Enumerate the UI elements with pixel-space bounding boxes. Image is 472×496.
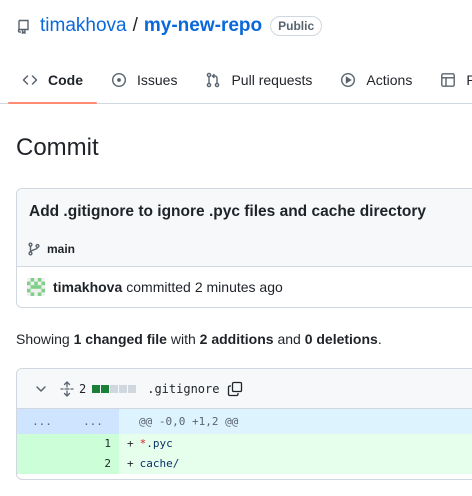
git-pull-request-icon (205, 72, 221, 88)
file-diff: 2 .gitignore ... ... @@ -0,0 +1,2 @@ 1 +… (16, 368, 472, 480)
table-icon (440, 72, 456, 88)
tab-projects[interactable]: Pr (426, 58, 472, 102)
unfold-icon[interactable] (59, 380, 75, 397)
repo-header: timakhova / my-new-repo Public Code Issu… (0, 0, 472, 104)
chevron-down-icon[interactable] (33, 381, 49, 397)
tab-projects-label: Pr (466, 72, 472, 88)
diff-line: 2 + cache/ (17, 454, 472, 474)
stat-block-neutral (110, 384, 119, 393)
tab-issues-label: Issues (137, 72, 178, 88)
visibility-badge: Public (270, 16, 323, 36)
tab-pull-requests-label: Pull requests (231, 72, 313, 88)
commit-message: Add .gitignore to ignore .pyc files and … (29, 203, 427, 220)
tab-actions[interactable]: Actions (326, 58, 426, 102)
commit-author-link[interactable]: timakhova (53, 279, 122, 295)
repo-icon (16, 18, 32, 34)
new-line-number[interactable]: 2 (67, 454, 119, 474)
diff-line: 1 + *.pyc (17, 434, 472, 454)
commit-author-row: timakhova committed 2 minutes ago (27, 278, 283, 296)
tab-code[interactable]: Code (8, 58, 97, 104)
old-line-number (17, 434, 67, 454)
file-diff-header: 2 .gitignore (17, 369, 472, 409)
avatar[interactable] (27, 278, 45, 296)
line-code: + cache/ (119, 454, 472, 474)
branch-label[interactable]: main (27, 242, 75, 256)
issue-opened-icon (111, 72, 127, 88)
tab-actions-label: Actions (366, 72, 413, 88)
stat-block-addition (101, 384, 110, 393)
commit-header: Add .gitignore to ignore .pyc files and … (17, 189, 472, 267)
tab-pull-requests[interactable]: Pull requests (191, 58, 326, 102)
page-title: Commit (16, 134, 99, 161)
old-line-number (17, 454, 67, 474)
line-text: cache/ (139, 457, 180, 470)
diff-summary: Showing 1 changed file with 2 additions … (16, 331, 382, 347)
file-name-link[interactable]: .gitignore (147, 382, 219, 396)
summary-and: and (277, 331, 301, 347)
summary-with: with (170, 331, 196, 347)
diff-line-count: 2 (79, 381, 87, 396)
repo-title: timakhova / my-new-repo Public (16, 12, 323, 40)
commit-time: 2 minutes ago (194, 279, 283, 295)
copy-icon[interactable] (227, 381, 243, 397)
summary-suffix: . (377, 331, 382, 347)
stat-block-neutral (128, 384, 137, 393)
commit-box: Add .gitignore to ignore .pyc files and … (16, 188, 472, 308)
repo-owner-link[interactable]: timakhova (40, 15, 127, 37)
hunk-header-text: @@ -0,0 +1,2 @@ (119, 409, 472, 434)
summary-deletions: 0 deletions (304, 331, 378, 347)
git-branch-icon (27, 242, 41, 256)
diff-stat-blocks (92, 384, 137, 393)
branch-name: main (47, 242, 76, 256)
stat-block-addition (92, 384, 101, 393)
summary-additions: 2 additions (199, 331, 274, 347)
summary-prefix: Showing (16, 331, 70, 347)
repo-tabs: Code Issues Pull requests Actions P (8, 58, 472, 104)
committed-text: committed (126, 279, 191, 295)
hunk-header-row: ... ... @@ -0,0 +1,2 @@ (17, 409, 472, 434)
hunk-expand-left[interactable]: ... (17, 409, 67, 434)
stat-block-neutral (119, 384, 128, 393)
tab-issues[interactable]: Issues (97, 58, 191, 102)
line-text: .pyc (146, 437, 173, 450)
new-line-number[interactable]: 1 (67, 434, 119, 454)
summary-changed-files: 1 changed file (73, 331, 167, 347)
repo-name-link[interactable]: my-new-repo (144, 15, 262, 37)
addition-sign: + (127, 457, 134, 470)
repo-path-separator: / (132, 15, 138, 36)
line-code: + *.pyc (119, 434, 472, 454)
play-icon (340, 72, 356, 88)
addition-sign: + (127, 437, 134, 450)
hunk-expand-right[interactable]: ... (67, 409, 119, 434)
code-icon (22, 72, 38, 88)
tab-code-label: Code (48, 72, 83, 88)
